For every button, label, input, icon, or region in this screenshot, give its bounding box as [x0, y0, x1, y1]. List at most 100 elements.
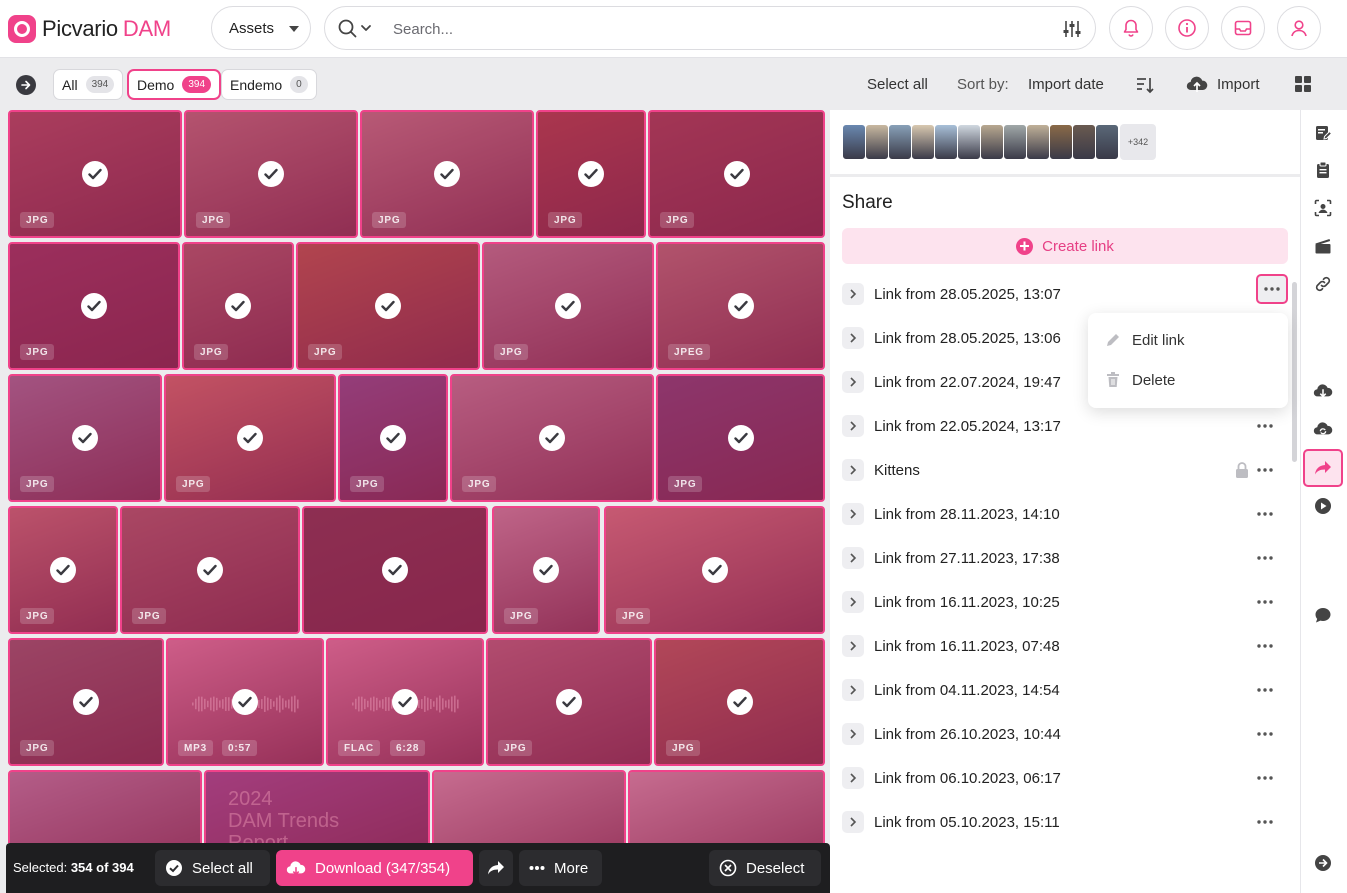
- asset-tile[interactable]: JPG: [120, 506, 300, 634]
- asset-tile[interactable]: JPG: [656, 374, 825, 502]
- more-horizontal-icon[interactable]: [1254, 636, 1276, 656]
- edit-metadata-button[interactable]: [1312, 122, 1334, 144]
- asset-tile[interactable]: JPG: [184, 110, 358, 238]
- more-horizontal-icon[interactable]: [1254, 416, 1276, 436]
- more-horizontal-icon[interactable]: [1256, 274, 1288, 304]
- collection-tab-endemo[interactable]: Endemo 0: [221, 69, 317, 100]
- check-icon[interactable]: [72, 425, 98, 451]
- deselect-button[interactable]: Deselect: [709, 850, 821, 886]
- chevron-right-icon[interactable]: [842, 811, 864, 833]
- check-icon[interactable]: [375, 293, 401, 319]
- share-link-row[interactable]: Link from 28.11.2023, 14:10: [842, 492, 1288, 536]
- asset-tile[interactable]: JPG: [482, 242, 654, 370]
- share-link-row[interactable]: Link from 28.05.2025, 13:07: [842, 272, 1288, 316]
- clipboard-button[interactable]: [1312, 159, 1334, 181]
- asset-tile[interactable]: JPG: [654, 638, 825, 766]
- check-icon[interactable]: [727, 293, 754, 319]
- asset-tile[interactable]: FLAC 6:28: [326, 638, 484, 766]
- chevron-right-icon[interactable]: [842, 327, 864, 349]
- asset-tile[interactable]: [432, 770, 626, 843]
- collection-tab-demo[interactable]: Demo 394: [127, 69, 222, 100]
- check-icon[interactable]: [237, 425, 263, 451]
- edit-link-menu-item[interactable]: Edit link: [1104, 328, 1185, 352]
- check-icon[interactable]: [434, 161, 460, 187]
- video-tools-button[interactable]: [1312, 235, 1334, 257]
- asset-tile[interactable]: JPG: [164, 374, 336, 502]
- share-link-row[interactable]: Link from 26.10.2023, 10:44: [842, 712, 1288, 756]
- more-horizontal-icon[interactable]: [1254, 724, 1276, 744]
- asset-tile[interactable]: [8, 770, 202, 843]
- download-button[interactable]: Download (347/354): [276, 850, 473, 886]
- asset-tile[interactable]: JPG: [8, 506, 118, 634]
- sort-direction-button[interactable]: [1135, 75, 1155, 100]
- check-icon[interactable]: [727, 425, 754, 451]
- asset-tile[interactable]: 2024 DAM Trends Report: [204, 770, 430, 843]
- more-horizontal-icon[interactable]: [1254, 504, 1276, 524]
- chevron-right-icon[interactable]: [842, 547, 864, 569]
- asset-tile[interactable]: JPG: [8, 374, 162, 502]
- info-button[interactable]: [1165, 6, 1209, 50]
- select-all-button[interactable]: Select all: [155, 850, 270, 886]
- more-horizontal-icon[interactable]: [1254, 812, 1276, 832]
- more-actions-button[interactable]: More: [519, 850, 602, 886]
- chevron-right-icon[interactable]: [842, 591, 864, 613]
- asset-tile[interactable]: JPG: [648, 110, 825, 238]
- face-recognition-button[interactable]: [1312, 197, 1334, 219]
- inbox-button[interactable]: [1221, 6, 1265, 50]
- asset-tile[interactable]: JPG: [338, 374, 448, 502]
- asset-tile[interactable]: [628, 770, 825, 843]
- import-button[interactable]: Import: [1186, 74, 1260, 94]
- play-tool-button[interactable]: [1312, 495, 1334, 517]
- check-icon[interactable]: [726, 689, 753, 715]
- asset-tile[interactable]: MP3 0:57: [166, 638, 324, 766]
- asset-tile[interactable]: JPG: [296, 242, 480, 370]
- share-link-row[interactable]: Link from 22.05.2024, 13:17: [842, 404, 1288, 448]
- notifications-button[interactable]: [1109, 6, 1153, 50]
- share-link-row[interactable]: Link from 04.11.2023, 14:54: [842, 668, 1288, 712]
- check-icon[interactable]: [723, 161, 750, 187]
- search-input[interactable]: [393, 18, 1033, 40]
- check-icon[interactable]: [50, 557, 76, 583]
- chevron-right-icon[interactable]: [842, 635, 864, 657]
- share-link-row[interactable]: Link from 16.11.2023, 07:48: [842, 624, 1288, 668]
- asset-tile[interactable]: JPG: [182, 242, 294, 370]
- check-icon[interactable]: [73, 689, 99, 715]
- chevron-right-icon[interactable]: [842, 679, 864, 701]
- check-icon[interactable]: [556, 689, 582, 715]
- share-link-row[interactable]: Kittens: [842, 448, 1288, 492]
- app-logo[interactable]: Picvario DAM: [8, 14, 171, 44]
- check-icon[interactable]: [82, 161, 108, 187]
- sync-tool-button[interactable]: [1312, 418, 1334, 440]
- share-link-row[interactable]: Link from 05.10.2023, 15:11: [842, 800, 1288, 844]
- chevron-right-icon[interactable]: [842, 767, 864, 789]
- download-tool-button[interactable]: [1312, 380, 1334, 402]
- create-link-button[interactable]: Create link: [842, 228, 1288, 264]
- check-icon[interactable]: [232, 689, 258, 715]
- share-tool-button[interactable]: [1303, 449, 1343, 487]
- check-icon[interactable]: [578, 161, 604, 187]
- more-horizontal-icon[interactable]: [1254, 768, 1276, 788]
- select-all-link[interactable]: Select all: [867, 76, 928, 93]
- check-icon[interactable]: [392, 689, 418, 715]
- more-horizontal-icon[interactable]: [1254, 592, 1276, 612]
- view-mode-button[interactable]: [1294, 75, 1312, 98]
- check-icon[interactable]: [380, 425, 406, 451]
- chevron-right-icon[interactable]: [842, 283, 864, 305]
- delete-link-menu-item[interactable]: Delete: [1104, 368, 1175, 392]
- asset-tile[interactable]: JPG: [8, 638, 164, 766]
- check-icon[interactable]: [555, 293, 581, 319]
- user-profile-button[interactable]: [1277, 6, 1321, 50]
- comments-button[interactable]: [1312, 604, 1334, 626]
- asset-tile[interactable]: JPG: [536, 110, 646, 238]
- check-icon[interactable]: [81, 293, 107, 319]
- more-horizontal-icon[interactable]: [1254, 680, 1276, 700]
- share-link-row[interactable]: Link from 27.11.2023, 17:38: [842, 536, 1288, 580]
- asset-tile[interactable]: JPG: [486, 638, 652, 766]
- more-horizontal-icon[interactable]: [1254, 548, 1276, 568]
- chevron-right-icon[interactable]: [842, 371, 864, 393]
- asset-tile[interactable]: JPG: [450, 374, 654, 502]
- asset-tile[interactable]: [302, 506, 488, 634]
- check-icon[interactable]: [225, 293, 251, 319]
- asset-tile[interactable]: JPG: [8, 242, 180, 370]
- check-icon[interactable]: [539, 425, 565, 451]
